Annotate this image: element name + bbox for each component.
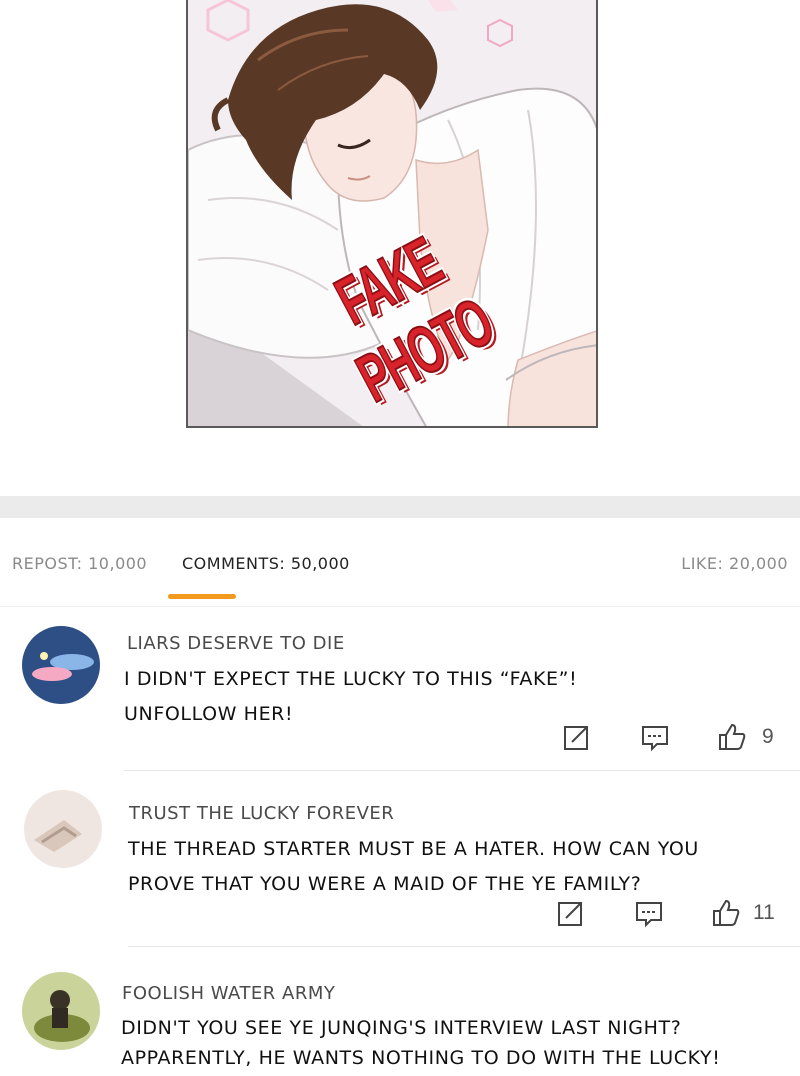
comment-username[interactable]: TRUST THE LUCKY FOREVER bbox=[129, 803, 394, 824]
comment-text-line: PROVE THAT YOU WERE A MAID OF THE YE FAM… bbox=[128, 873, 642, 895]
comment-bubble-icon[interactable] bbox=[634, 898, 664, 928]
comment-item: TRUST THE LUCKY FOREVER THE THREAD START… bbox=[0, 772, 800, 948]
comment-text-line: UNFOLLOW HER! bbox=[124, 703, 294, 725]
comment-username[interactable]: FOOLISH WATER ARMY bbox=[122, 983, 335, 1004]
like-count: 11 bbox=[753, 901, 775, 924]
comment-divider bbox=[128, 946, 800, 947]
avatar[interactable] bbox=[24, 790, 102, 868]
like-count: 9 bbox=[762, 725, 774, 748]
tab-comments[interactable]: COMMENTS: 50,000 bbox=[182, 554, 350, 573]
avatar[interactable] bbox=[22, 972, 100, 1050]
comment-actions: 11 bbox=[556, 898, 786, 932]
section-separator bbox=[0, 496, 800, 518]
tab-like[interactable]: LIKE: 20,000 bbox=[681, 554, 788, 573]
share-edit-icon[interactable] bbox=[556, 898, 586, 928]
comment-item: LIARS DESERVE TO DIE I DIDN'T EXPECT THE… bbox=[0, 606, 800, 772]
comment-text-line: THE THREAD STARTER MUST BE A HATER. HOW … bbox=[128, 838, 699, 860]
tab-repost[interactable]: REPOST: 10,000 bbox=[12, 554, 147, 573]
comment-actions: 9 bbox=[562, 722, 792, 756]
comic-panel: FAKE PHOTO bbox=[186, 0, 598, 428]
active-tab-indicator bbox=[168, 594, 236, 599]
share-edit-icon[interactable] bbox=[562, 722, 592, 752]
comment-bubble-icon[interactable] bbox=[640, 722, 670, 752]
comment-item: FOOLISH WATER ARMY DIDN'T YOU SEE YE JUN… bbox=[0, 948, 800, 1069]
stats-bar: REPOST: 10,000 COMMENTS: 50,000 LIKE: 20… bbox=[0, 518, 800, 607]
avatar[interactable] bbox=[22, 626, 100, 704]
comment-text-line: I DIDN'T EXPECT THE LUCKY TO THIS “FAKE”… bbox=[124, 668, 578, 690]
thumbs-up-icon[interactable] bbox=[717, 722, 747, 752]
thumbs-up-icon[interactable] bbox=[711, 898, 741, 928]
comment-divider bbox=[124, 770, 800, 771]
comment-username[interactable]: LIARS DESERVE TO DIE bbox=[127, 633, 345, 654]
comment-text-line: APPARENTLY, HE WANTS NOTHING TO DO WITH … bbox=[121, 1047, 721, 1069]
